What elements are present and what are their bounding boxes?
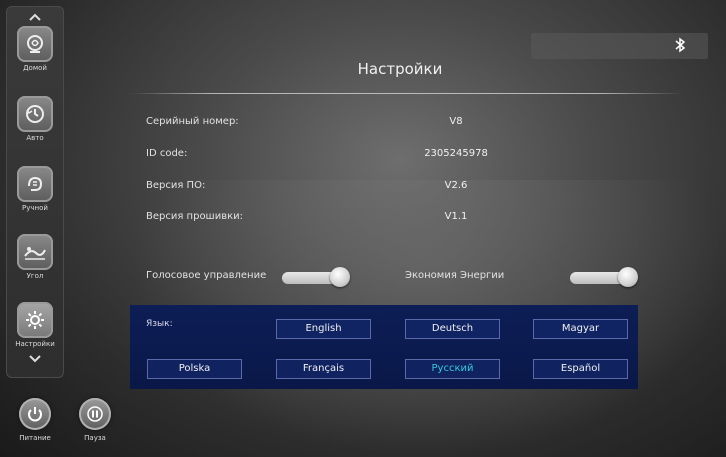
sidebar-item-label: Ручной [22,204,48,212]
sidebar-item-manual[interactable]: Ручной [10,166,60,228]
status-bar [531,33,708,59]
angle-icon [17,234,53,270]
language-label: Язык: [146,319,173,329]
power-label: Питание [19,434,51,442]
sidebar-item-label: Авто [26,134,44,142]
info-value: V1.1 [444,211,468,222]
settings-gear-icon [17,302,53,338]
energy-saving-toggle[interactable] [570,267,638,287]
language-panel: Язык: English Deutsch Magyar Polska Fran… [130,305,638,389]
toggle-knob[interactable] [618,267,638,287]
page-title: Настройки [357,60,443,78]
language-option-francais[interactable]: Français [276,359,371,379]
info-label: Версия прошивки: [146,211,244,222]
scroll-down-arrow-icon[interactable] [26,352,44,366]
info-value: V2.6 [444,180,468,191]
sidebar-item-label: Домой [23,64,47,72]
toggle-knob[interactable] [330,267,350,287]
voice-control-toggle[interactable] [282,267,350,287]
sidebar-item-label: Угол [26,272,44,280]
pause-icon [79,398,111,430]
energy-saving-label: Экономия Энергии [405,270,505,281]
voice-control-label: Голосовое управление [146,270,267,281]
language-option-polska[interactable]: Polska [147,359,242,379]
sidebar: Домой Авто Ручной Угол Настройки [6,6,64,378]
sidebar-item-label: Настройки [15,340,55,348]
language-option-deutsch[interactable]: Deutsch [405,319,500,339]
manual-hand-icon [17,166,53,202]
title-divider [130,93,682,94]
info-label: Серийный номер: [146,116,239,127]
sidebar-item-angle[interactable]: Угол [10,234,60,296]
bluetooth-icon [674,37,686,57]
power-button[interactable]: Питание [10,398,60,442]
language-option-english[interactable]: English [276,319,371,339]
scroll-up-arrow-icon[interactable] [26,10,44,24]
info-label: Версия ПО: [146,180,206,191]
sidebar-item-auto[interactable]: Авто [10,96,60,158]
language-option-espanol[interactable]: Español [533,359,628,379]
auto-icon [17,96,53,132]
info-value: 2305245978 [424,148,488,159]
home-icon [17,26,53,62]
sidebar-item-home[interactable]: Домой [10,26,60,88]
info-value: V8 [449,116,463,127]
language-option-magyar[interactable]: Magyar [533,319,628,339]
pause-label: Пауза [84,434,106,442]
info-label: ID code: [146,148,188,159]
language-option-russian[interactable]: Русский [405,359,500,379]
pause-button[interactable]: Пауза [70,398,120,442]
power-icon [19,398,51,430]
